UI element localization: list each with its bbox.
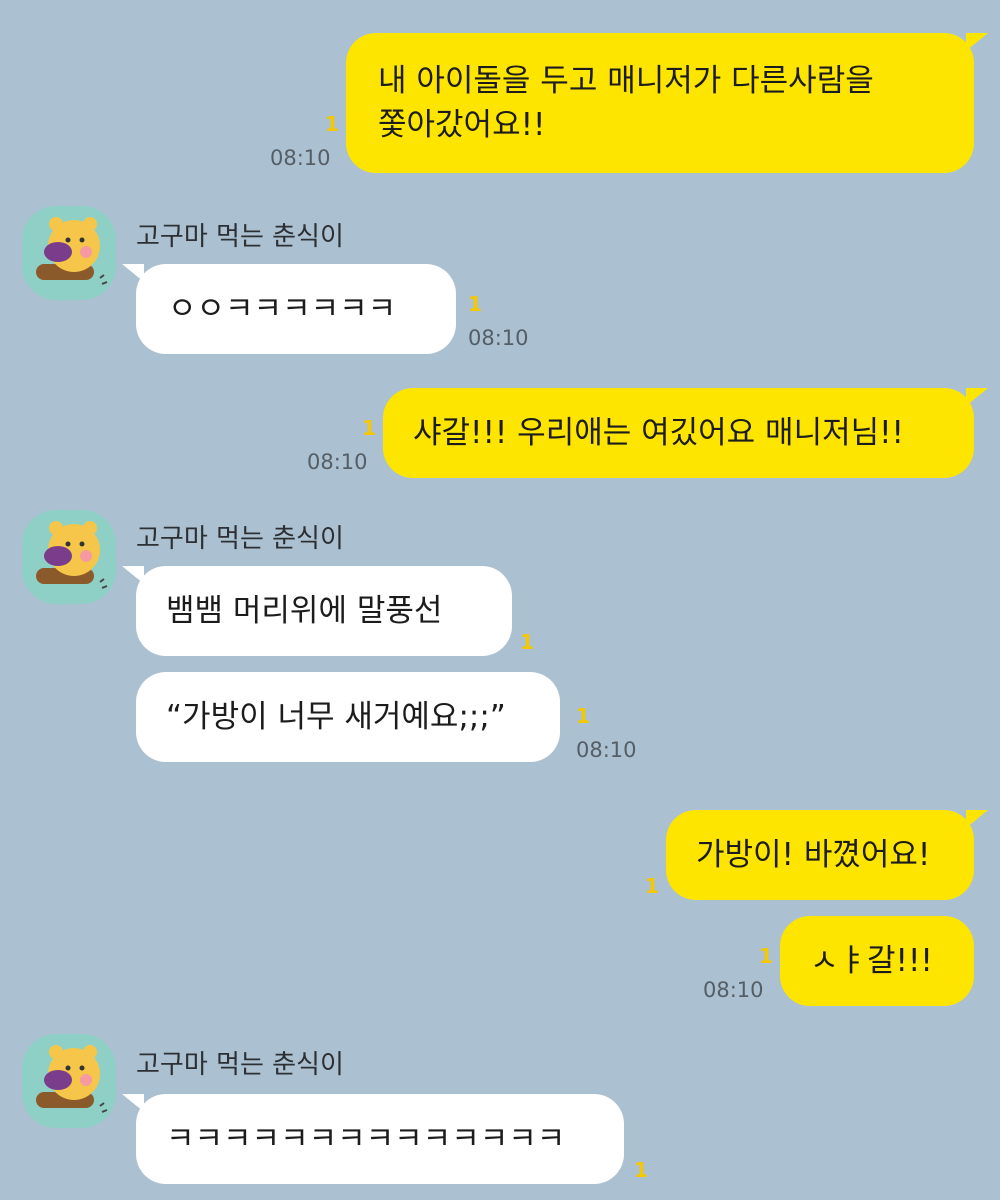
my-message-bubble[interactable]: 가방이! 바꼈어요! bbox=[666, 810, 988, 900]
message-text: ㅅㅑ갈!!! bbox=[810, 943, 933, 979]
message-time: 08:10 bbox=[270, 146, 331, 170]
unread-count: 1 bbox=[362, 416, 376, 440]
unread-count: 1 bbox=[325, 112, 339, 136]
my-message-bubble[interactable]: ㅅㅑ갈!!! bbox=[780, 916, 974, 1006]
chunsik-avatar-icon bbox=[36, 521, 108, 589]
message-text: 샤갈!!! 우리애는 여깄어요 매니저님!! bbox=[413, 415, 904, 451]
unread-count: 1 bbox=[576, 704, 590, 728]
message-text: “가방이 너무 새거예요;;;” bbox=[166, 699, 506, 735]
my-message-bubble[interactable]: 내 아이돌을 두고 매니저가 다른사람을 쫓아갔어요!! bbox=[346, 33, 988, 173]
message-time: 08:10 bbox=[468, 326, 529, 350]
message-text: ㅋㅋㅋㅋㅋㅋㅋㅋㅋㅋㅋㅋㅋㅋ bbox=[166, 1121, 566, 1157]
sender-name: 고구마 먹는 춘식이 bbox=[136, 1050, 344, 1080]
message-text: 뱀뱀 머리위에 말풍선 bbox=[166, 593, 443, 629]
message-line: 내 아이돌을 두고 매니저가 다른사람을 bbox=[378, 63, 874, 99]
message-time: 08:10 bbox=[307, 450, 368, 474]
unread-count: 1 bbox=[468, 292, 482, 316]
message-text: ㅇㅇㅋㅋㅋㅋㅋㅋ bbox=[168, 291, 397, 327]
unread-count: 1 bbox=[759, 944, 773, 968]
other-message-bubble[interactable]: “가방이 너무 새거예요;;;” bbox=[136, 672, 560, 762]
avatar[interactable] bbox=[22, 1034, 116, 1128]
message-line: 쫓아갔어요!! bbox=[378, 107, 546, 143]
message-time: 08:10 bbox=[576, 738, 637, 762]
avatar[interactable] bbox=[22, 510, 116, 604]
message-text: 가방이! 바꼈어요! bbox=[696, 837, 931, 873]
unread-count: 1 bbox=[645, 874, 659, 898]
other-message-bubble[interactable]: ㅋㅋㅋㅋㅋㅋㅋㅋㅋㅋㅋㅋㅋㅋ bbox=[122, 1094, 624, 1184]
sender-name: 고구마 먹는 춘식이 bbox=[136, 524, 344, 554]
chunsik-avatar-icon bbox=[36, 1045, 108, 1113]
sender-name: 고구마 먹는 춘식이 bbox=[136, 222, 344, 252]
other-message-bubble[interactable]: 뱀뱀 머리위에 말풍선 bbox=[122, 566, 512, 656]
unread-count: 1 bbox=[634, 1158, 648, 1182]
unread-count: 1 bbox=[520, 630, 534, 654]
avatar[interactable] bbox=[22, 206, 116, 300]
message-time: 08:10 bbox=[703, 978, 764, 1002]
other-message-bubble[interactable]: ㅇㅇㅋㅋㅋㅋㅋㅋ bbox=[122, 264, 456, 354]
chunsik-avatar-icon bbox=[36, 217, 108, 285]
my-message-bubble[interactable]: 샤갈!!! 우리애는 여깄어요 매니저님!! bbox=[383, 388, 988, 478]
